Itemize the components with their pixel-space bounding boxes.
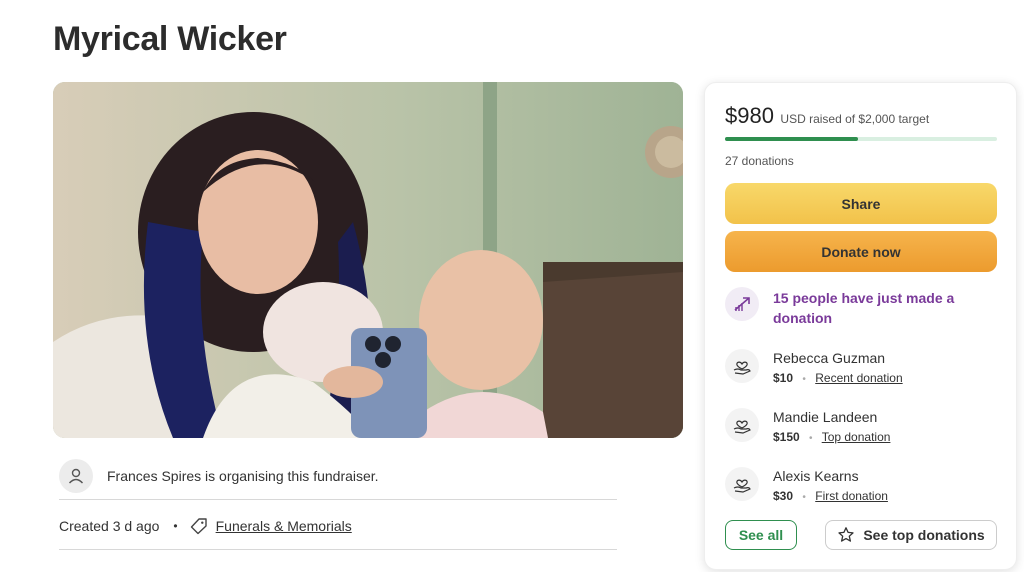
see-all-button[interactable]: See all: [725, 520, 797, 550]
donate-now-button[interactable]: Donate now: [725, 231, 997, 272]
campaign-photo: [53, 82, 683, 438]
donor-separator: •: [802, 492, 806, 503]
donor-name: Rebecca Guzman: [773, 350, 886, 366]
donor-item: Alexis Kearns $30 • First donation: [725, 467, 997, 507]
donations-count: 27 donations: [725, 154, 794, 168]
donation-card: $980 USD raised of $2,000 target 27 dona…: [704, 82, 1017, 570]
page-title: Myrical Wicker: [53, 20, 287, 58]
donor-separator: •: [809, 433, 813, 444]
donor-amount: $10: [773, 371, 794, 385]
progress-bar: [725, 137, 997, 141]
organiser-row: Frances Spires is organising this fundra…: [59, 452, 617, 500]
see-top-donations-label: See top donations: [863, 527, 985, 543]
campaign-meta: Created 3 d ago • Funerals & Memorials: [59, 502, 617, 550]
heart-hand-icon: [725, 349, 759, 383]
raised-target: USD raised of $2,000 target: [780, 112, 930, 126]
meta-separator: •: [173, 518, 178, 533]
recent-activity: 15 people have just made a donation: [725, 287, 997, 327]
share-button[interactable]: Share: [725, 183, 997, 224]
donor-item: Mandie Landeen $150 • Top donation: [725, 408, 997, 448]
recent-activity-text: 15 people have just made a donation: [773, 290, 955, 326]
raised-amount: $980: [725, 103, 774, 128]
donation-type-link[interactable]: Recent donation: [815, 371, 902, 385]
heart-hand-icon: [725, 467, 759, 501]
donor-name: Alexis Kearns: [773, 468, 859, 484]
amount-raised: $980 USD raised of $2,000 target: [725, 103, 929, 129]
star-icon: [837, 526, 855, 544]
donation-type-link[interactable]: First donation: [815, 489, 888, 503]
donor-name: Mandie Landeen: [773, 409, 878, 425]
donor-amount: $150: [773, 430, 800, 444]
created-date: Created 3 d ago: [59, 517, 160, 534]
progress-fill: [725, 137, 859, 141]
tag-icon: [190, 517, 208, 535]
donation-type-link[interactable]: Top donation: [822, 430, 891, 444]
person-icon: [59, 458, 93, 493]
donor-amount: $30: [773, 489, 794, 503]
donor-separator: •: [802, 374, 806, 385]
category-link[interactable]: Funerals & Memorials: [216, 518, 352, 534]
see-top-donations-button[interactable]: See top donations: [825, 520, 997, 550]
donor-item: Rebecca Guzman $10 • Recent donation: [725, 349, 997, 389]
trending-up-icon: [725, 287, 759, 321]
heart-hand-icon: [725, 408, 759, 442]
organiser-text: Frances Spires is organising this fundra…: [107, 467, 379, 484]
